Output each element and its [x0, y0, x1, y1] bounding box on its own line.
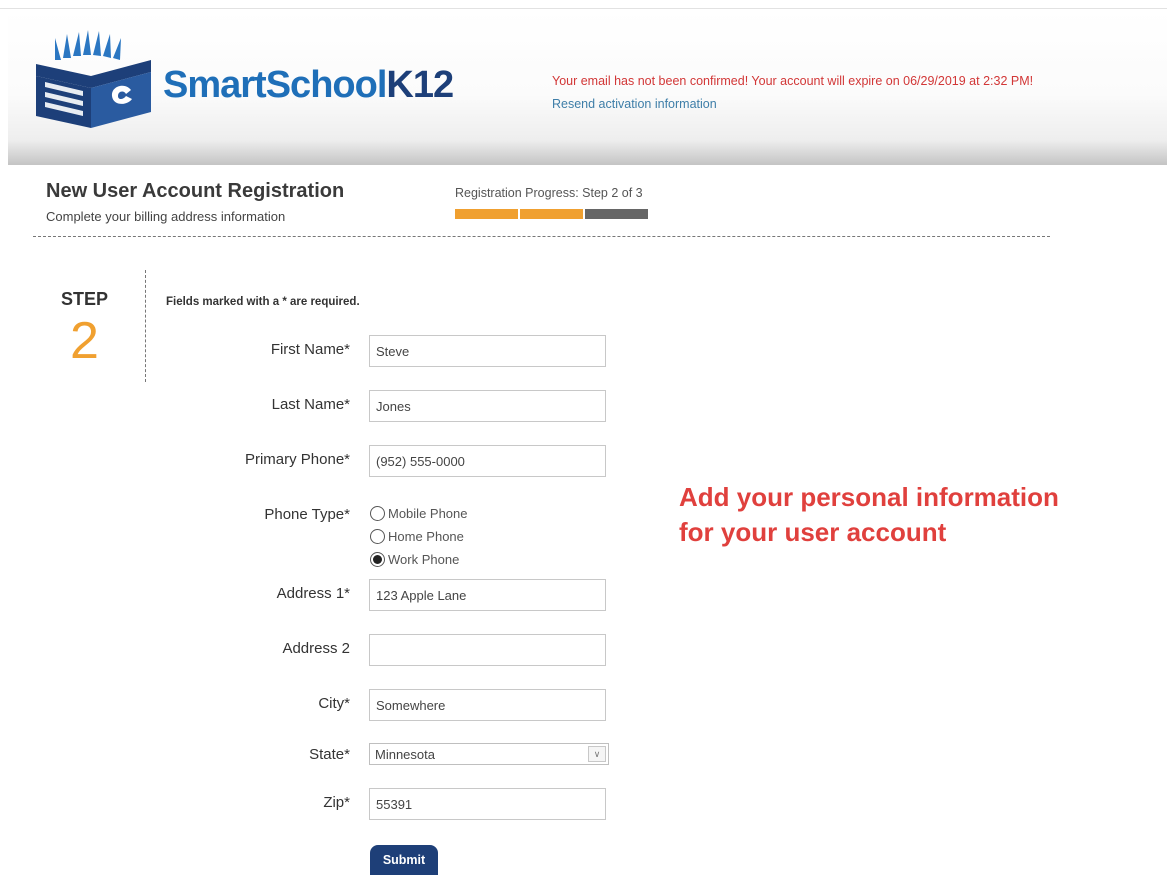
- logo-text-k12: K12: [386, 64, 454, 106]
- email-notice: Your email has not been confirmed! Your …: [552, 70, 1033, 116]
- phone-type-row: Phone Type*: [0, 500, 660, 536]
- progress-label: Registration Progress: Step 2 of 3: [455, 186, 643, 200]
- first-name-input[interactable]: [369, 335, 606, 367]
- address2-input[interactable]: [369, 634, 606, 666]
- progress-bar: [455, 209, 648, 219]
- chevron-down-icon[interactable]: ∨: [588, 746, 606, 762]
- phone-type-option[interactable]: Mobile Phone: [370, 502, 468, 525]
- address1-label: Address 1*: [276, 585, 350, 602]
- last-name-input[interactable]: [369, 390, 606, 422]
- site-logo[interactable]: SmartSchoolK12: [33, 30, 473, 130]
- city-input[interactable]: [369, 689, 606, 721]
- phone-type-option-label: Work Phone: [388, 552, 460, 567]
- phone-type-option[interactable]: Home Phone: [370, 525, 468, 548]
- state-select-value: Minnesota: [375, 747, 435, 762]
- phone-type-label: Phone Type*: [264, 506, 350, 523]
- state-row: State* Minnesota ∨: [0, 743, 660, 779]
- page-title: New User Account Registration: [46, 180, 345, 202]
- page-subtitle: Complete your billing address informatio…: [46, 209, 286, 224]
- radio-button[interactable]: [370, 552, 385, 567]
- progress-segment-1: [455, 209, 518, 219]
- phone-type-option[interactable]: Work Phone: [370, 548, 468, 571]
- address1-input[interactable]: [369, 579, 606, 611]
- progress-segment-2: [520, 209, 583, 219]
- radio-button[interactable]: [370, 529, 385, 544]
- radio-button[interactable]: [370, 506, 385, 521]
- book-logo-icon: [36, 30, 151, 128]
- step-label: STEP: [61, 289, 109, 309]
- phone-type-radio-group: Mobile Phone Home Phone Work Phone: [370, 502, 468, 571]
- primary-phone-input[interactable]: [369, 445, 606, 477]
- logo-text: SmartSchoolK12: [163, 64, 454, 107]
- instruction-callout: Add your personal information for your u…: [679, 482, 1059, 547]
- zip-input[interactable]: [369, 788, 606, 820]
- state-label: State*: [309, 746, 350, 763]
- progress-segment-3: [585, 209, 648, 219]
- state-select[interactable]: Minnesota ∨: [369, 743, 609, 765]
- address2-label: Address 2: [282, 640, 350, 657]
- zip-label: Zip*: [323, 794, 350, 811]
- last-name-label: Last Name*: [271, 396, 350, 413]
- logo-text-main: SmartSchool: [163, 64, 387, 106]
- address1-row: Address 1*: [0, 579, 660, 615]
- primary-phone-label: Primary Phone*: [244, 451, 350, 468]
- phone-type-option-label: Home Phone: [388, 529, 464, 544]
- first-name-label: First Name*: [270, 341, 350, 358]
- last-name-row: Last Name*: [0, 390, 660, 426]
- primary-phone-row: Primary Phone*: [0, 445, 660, 481]
- email-warning-text: Your email has not been confirmed! Your …: [552, 74, 1034, 88]
- phone-type-option-label: Mobile Phone: [388, 506, 468, 521]
- header-divider: [33, 236, 1050, 237]
- submit-button[interactable]: Submit: [370, 845, 438, 875]
- resend-activation-link[interactable]: Resend activation information: [552, 93, 1033, 116]
- city-label: City*: [318, 695, 350, 712]
- city-row: City*: [0, 689, 660, 725]
- required-fields-note: Fields marked with a * are required.: [166, 296, 360, 308]
- address2-row: Address 2: [0, 634, 660, 670]
- first-name-row: First Name*: [0, 335, 660, 371]
- zip-row: Zip*: [0, 788, 660, 824]
